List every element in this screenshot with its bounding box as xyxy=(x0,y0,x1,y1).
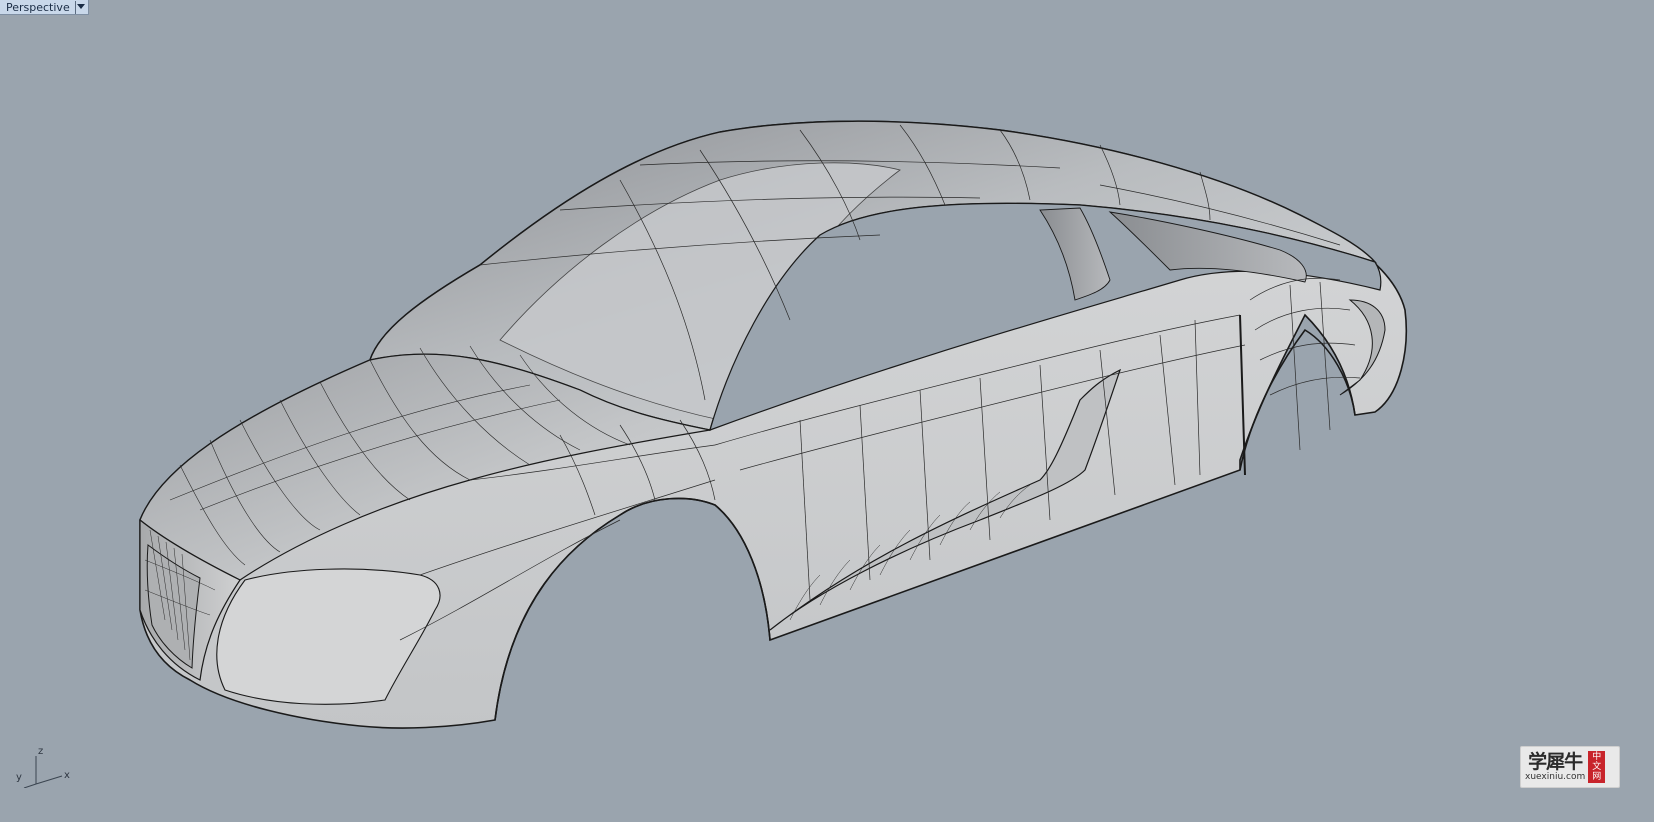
watermark-url: xuexiniu.com xyxy=(1525,772,1586,782)
perspective-viewport[interactable]: Perspective z x y 学犀牛 xuexiniu.com 中 文 网 xyxy=(0,0,1654,822)
seal-char: 中 xyxy=(1592,752,1602,762)
watermark-seal: 中 文 网 xyxy=(1588,751,1606,783)
site-watermark-logo: 学犀牛 xuexiniu.com 中 文 网 xyxy=(1520,746,1620,788)
axis-z-label: z xyxy=(38,746,44,757)
axes-icon xyxy=(23,756,63,789)
axis-y-label: y xyxy=(16,772,22,783)
seal-char: 文 xyxy=(1592,762,1602,772)
viewport-title-tab[interactable]: Perspective xyxy=(0,0,89,15)
axis-x-label: x xyxy=(64,770,70,781)
watermark-chinese-name: 学犀牛 xyxy=(1528,751,1583,773)
triangle-down-icon[interactable] xyxy=(76,1,86,14)
seal-char: 网 xyxy=(1592,772,1602,782)
viewport-name-label[interactable]: Perspective xyxy=(6,0,76,14)
watermark-text-block: 学犀牛 xuexiniu.com xyxy=(1525,752,1585,782)
car-body-model[interactable] xyxy=(0,0,1654,822)
world-axes-indicator: z x y xyxy=(14,746,84,789)
